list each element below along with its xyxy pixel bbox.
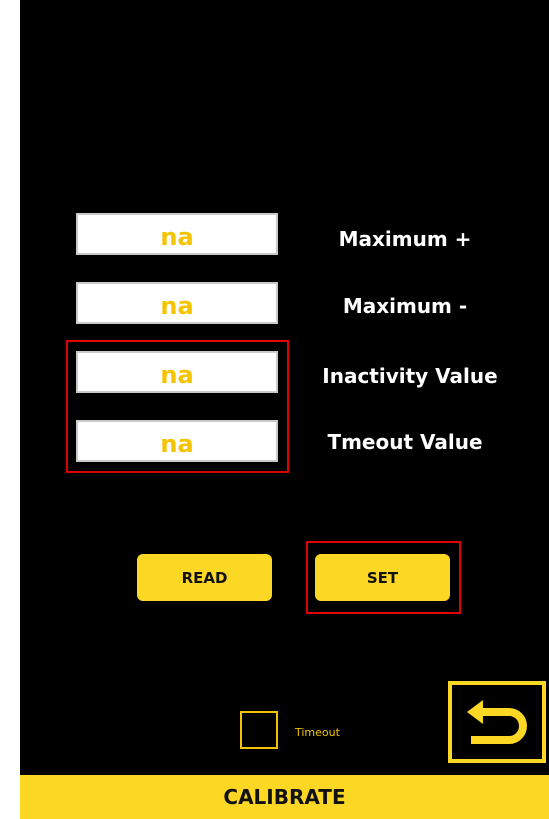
return-arrow-icon — [467, 700, 527, 744]
maximum-minus-label: Maximum - — [342, 294, 468, 318]
set-button-highlight — [306, 541, 461, 614]
back-button[interactable] — [448, 681, 546, 763]
timeout-checkbox-label: Timeout — [295, 726, 340, 739]
calibrate-footer-bar[interactable]: CALIBRATE — [20, 775, 549, 819]
fields-highlight-box — [66, 340, 289, 473]
timeout-value-label: Tmeout Value — [327, 430, 483, 454]
timeout-checkbox[interactable] — [240, 711, 278, 749]
maximum-plus-field[interactable]: na — [76, 213, 278, 255]
inactivity-value-label: Inactivity Value — [322, 364, 498, 388]
calibration-screen: na Maximum + na Maximum - na Inactivity … — [20, 0, 549, 819]
maximum-minus-field[interactable]: na — [76, 282, 278, 324]
maximum-plus-label: Maximum + — [338, 227, 472, 251]
read-button[interactable]: READ — [137, 554, 272, 601]
